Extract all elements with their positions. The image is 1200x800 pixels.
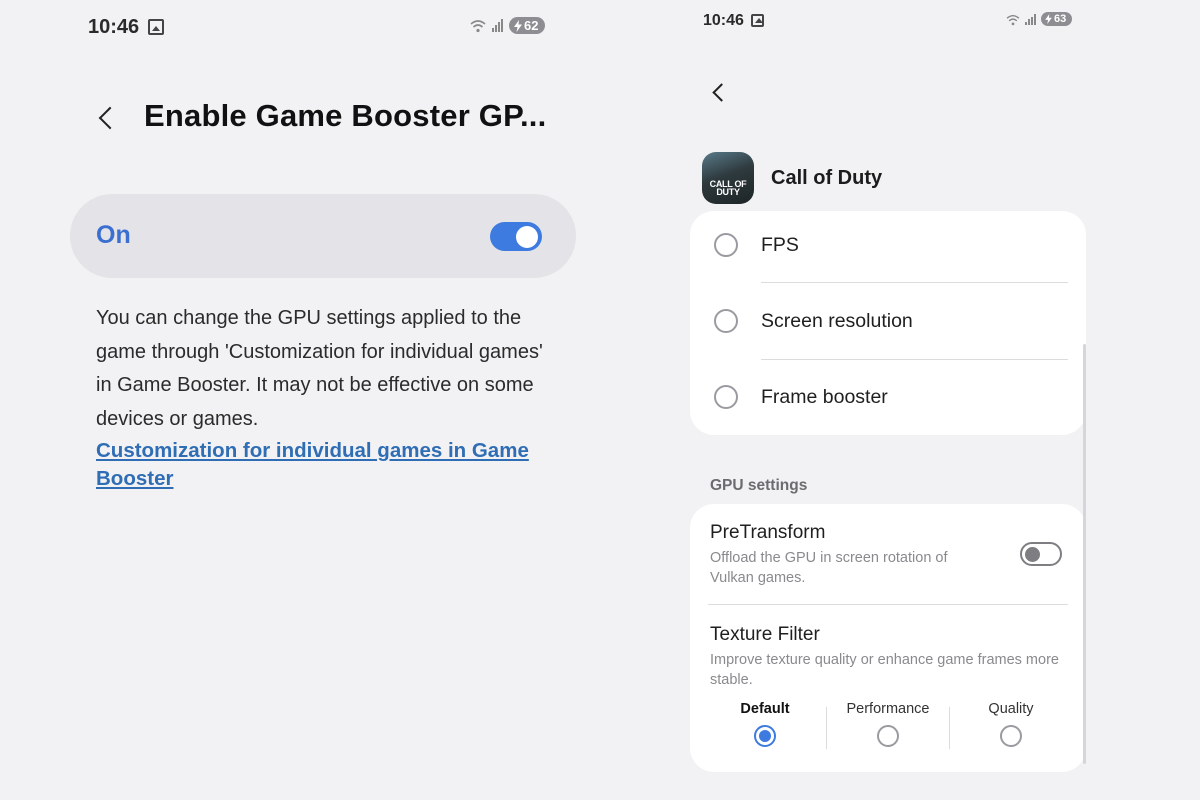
- battery-level: 62: [524, 18, 539, 33]
- right-screen: 10:46 63 CALL OF DUTY Call of Duty FPS S…: [640, 0, 1200, 800]
- customization-link[interactable]: Customization for individual games in Ga…: [96, 437, 556, 493]
- option-label: Frame booster: [761, 385, 888, 408]
- option-label: Default: [740, 701, 790, 717]
- pretransform-toggle[interactable]: [1020, 542, 1062, 566]
- signal-icon: [492, 19, 503, 32]
- radio-button[interactable]: [1000, 725, 1022, 747]
- wifi-icon: [1006, 13, 1020, 26]
- toggle-state-label: On: [96, 221, 131, 249]
- option-label: Quality: [988, 701, 1034, 717]
- radio-button-selected[interactable]: [754, 725, 776, 747]
- divider: [708, 604, 1068, 605]
- back-chevron-icon[interactable]: [98, 106, 122, 130]
- wifi-icon: [470, 19, 486, 33]
- charging-bolt-icon: [514, 19, 522, 32]
- battery-indicator: 62: [509, 17, 546, 34]
- pretransform-description: Offload the GPU in screen rotation of Vu…: [710, 550, 948, 586]
- option-label: Screen resolution: [761, 309, 913, 332]
- gpu-settings-card: PreTransform Offload the GPU in screen r…: [690, 504, 1086, 772]
- status-time: 10:46: [703, 12, 744, 29]
- pretransform-title: PreTransform: [710, 522, 826, 543]
- radio-button[interactable]: [714, 309, 738, 333]
- priority-options-card: FPS Screen resolution Frame booster: [690, 211, 1086, 435]
- status-icons: 62: [470, 17, 546, 34]
- texture-filter-description: Improve texture quality or enhance game …: [710, 652, 1059, 688]
- radio-option-frame-booster[interactable]: Frame booster: [690, 359, 1086, 435]
- description-text: You can change the GPU settings applied …: [96, 307, 543, 430]
- radio-button[interactable]: [714, 385, 738, 409]
- texture-option-performance[interactable]: Performance: [827, 701, 949, 757]
- texture-option-quality[interactable]: Quality: [950, 701, 1072, 757]
- radio-button[interactable]: [714, 233, 738, 257]
- gpu-settings-header: GPU settings: [710, 477, 808, 494]
- battery-indicator: 63: [1041, 12, 1073, 26]
- texture-filter-title: Texture Filter: [710, 624, 820, 645]
- charging-bolt-icon: [1045, 14, 1052, 24]
- radio-option-screen-resolution[interactable]: Screen resolution: [690, 283, 1086, 359]
- option-label: FPS: [761, 233, 799, 256]
- scrollbar[interactable]: [1083, 344, 1086, 764]
- battery-level: 63: [1054, 13, 1067, 25]
- app-name: Call of Duty: [771, 167, 883, 189]
- left-screen: 10:46 62 Enable Game Booster GP... On Yo…: [0, 0, 640, 800]
- texture-option-default[interactable]: Default: [704, 701, 826, 757]
- main-toggle-card[interactable]: On: [70, 194, 576, 278]
- option-label: Performance: [846, 701, 930, 717]
- main-toggle-switch[interactable]: [490, 222, 542, 251]
- status-icons: 63: [1006, 12, 1073, 26]
- app-icon-text: CALL OF DUTY: [709, 179, 747, 197]
- radio-option-fps[interactable]: FPS: [690, 207, 1086, 283]
- gallery-notification-icon: [751, 14, 764, 27]
- page-title: Enable Game Booster GP...: [144, 98, 547, 133]
- status-time: 10:46: [88, 16, 140, 38]
- gallery-notification-icon: [148, 19, 164, 35]
- back-chevron-icon[interactable]: [712, 83, 731, 102]
- signal-icon: [1025, 13, 1036, 25]
- app-icon: CALL OF DUTY: [702, 152, 754, 204]
- radio-button[interactable]: [877, 725, 899, 747]
